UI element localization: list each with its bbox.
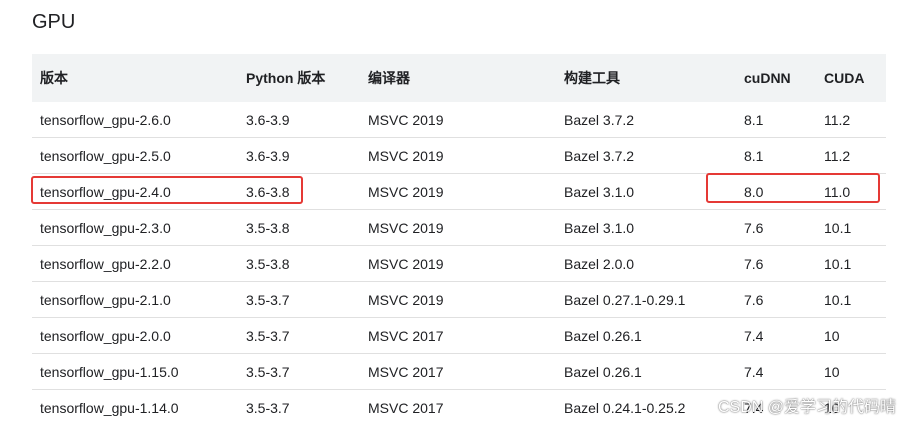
- cell-compiler: MSVC 2019: [360, 209, 556, 246]
- cell-version: tensorflow_gpu-2.2.0: [32, 245, 238, 282]
- gpu-build-config-table: 版本 Python 版本 编译器 构建工具 cuDNN CUDA tensorf…: [32, 54, 886, 423]
- cell-compiler: MSVC 2019: [360, 281, 556, 318]
- cell-compiler: MSVC 2017: [360, 389, 556, 423]
- table-row: tensorflow_gpu-1.15.0 3.5-3.7 MSVC 2017 …: [32, 353, 886, 390]
- table-row: tensorflow_gpu-2.1.0 3.5-3.7 MSVC 2019 B…: [32, 281, 886, 318]
- section-title: GPU: [32, 11, 76, 33]
- cell-cudnn: 8.0: [736, 173, 816, 210]
- cell-cudnn: 7.6: [736, 209, 816, 246]
- table-row: tensorflow_gpu-2.2.0 3.5-3.8 MSVC 2019 B…: [32, 245, 886, 282]
- cell-build-tool: Bazel 3.7.2: [556, 137, 736, 174]
- cell-python: 3.5-3.7: [238, 353, 360, 390]
- header-python-version: Python 版本: [238, 54, 360, 102]
- cell-cudnn: 7.6: [736, 245, 816, 282]
- cell-python: 3.6-3.9: [238, 102, 360, 138]
- cell-version: tensorflow_gpu-2.0.0: [32, 317, 238, 354]
- table-row: tensorflow_gpu-2.5.0 3.6-3.9 MSVC 2019 B…: [32, 137, 886, 174]
- cell-version: tensorflow_gpu-2.6.0: [32, 102, 238, 138]
- cell-compiler: MSVC 2019: [360, 102, 556, 138]
- cell-python: 3.6-3.9: [238, 137, 360, 174]
- cell-version: tensorflow_gpu-2.5.0: [32, 137, 238, 174]
- cell-cuda: 11.0: [816, 173, 886, 210]
- cell-cudnn: 7.4: [736, 317, 816, 354]
- cell-build-tool: Bazel 0.27.1-0.29.1: [556, 281, 736, 318]
- header-version: 版本: [32, 54, 238, 102]
- cell-python: 3.5-3.7: [238, 389, 360, 423]
- cell-python: 3.5-3.8: [238, 245, 360, 282]
- cell-build-tool: Bazel 3.1.0: [556, 173, 736, 210]
- header-cuda: CUDA: [816, 54, 886, 102]
- cell-cuda: 10.1: [816, 209, 886, 246]
- table-row: tensorflow_gpu-2.4.0 3.6-3.8 MSVC 2019 B…: [32, 173, 886, 210]
- cell-cudnn: 8.1: [736, 137, 816, 174]
- table-header-row: 版本 Python 版本 编译器 构建工具 cuDNN CUDA: [32, 54, 886, 102]
- cell-cuda: 10: [816, 353, 886, 390]
- table-row: tensorflow_gpu-2.6.0 3.6-3.9 MSVC 2019 B…: [32, 102, 886, 138]
- cell-cudnn: 8.1: [736, 102, 816, 138]
- page: GPU 版本 Python 版本 编译器 构建工具 cuDNN CUDA ten…: [0, 0, 910, 423]
- cell-cuda: 10.1: [816, 281, 886, 318]
- table-row: tensorflow_gpu-2.0.0 3.5-3.7 MSVC 2017 B…: [32, 317, 886, 354]
- cell-compiler: MSVC 2017: [360, 317, 556, 354]
- cell-python: 3.5-3.7: [238, 317, 360, 354]
- cell-python: 3.5-3.8: [238, 209, 360, 246]
- cell-build-tool: Bazel 0.26.1: [556, 317, 736, 354]
- cell-compiler: MSVC 2019: [360, 137, 556, 174]
- cell-build-tool: Bazel 3.1.0: [556, 209, 736, 246]
- cell-build-tool: Bazel 3.7.2: [556, 102, 736, 138]
- cell-build-tool: Bazel 0.26.1: [556, 353, 736, 390]
- cell-cudnn: 7.6: [736, 281, 816, 318]
- cell-python: 3.5-3.7: [238, 281, 360, 318]
- cell-version: tensorflow_gpu-2.1.0: [32, 281, 238, 318]
- cell-cuda: 10.1: [816, 245, 886, 282]
- cell-compiler: MSVC 2017: [360, 353, 556, 390]
- cell-build-tool: Bazel 0.24.1-0.25.2: [556, 389, 736, 423]
- cell-version: tensorflow_gpu-1.14.0: [32, 389, 238, 423]
- cell-compiler: MSVC 2019: [360, 245, 556, 282]
- cell-python: 3.6-3.8: [238, 173, 360, 210]
- watermark: CSDN @爱学习的代码晴: [717, 399, 896, 416]
- cell-build-tool: Bazel 2.0.0: [556, 245, 736, 282]
- cell-version: tensorflow_gpu-2.3.0: [32, 209, 238, 246]
- cell-cuda: 11.2: [816, 102, 886, 138]
- header-build-tool: 构建工具: [556, 54, 736, 102]
- cell-version: tensorflow_gpu-1.15.0: [32, 353, 238, 390]
- table-row: tensorflow_gpu-2.3.0 3.5-3.8 MSVC 2019 B…: [32, 209, 886, 246]
- cell-cuda: 10: [816, 317, 886, 354]
- cell-version: tensorflow_gpu-2.4.0: [32, 173, 238, 210]
- cell-cuda: 11.2: [816, 137, 886, 174]
- header-compiler: 编译器: [360, 54, 556, 102]
- cell-compiler: MSVC 2019: [360, 173, 556, 210]
- cell-cudnn: 7.4: [736, 353, 816, 390]
- header-cudnn: cuDNN: [736, 54, 816, 102]
